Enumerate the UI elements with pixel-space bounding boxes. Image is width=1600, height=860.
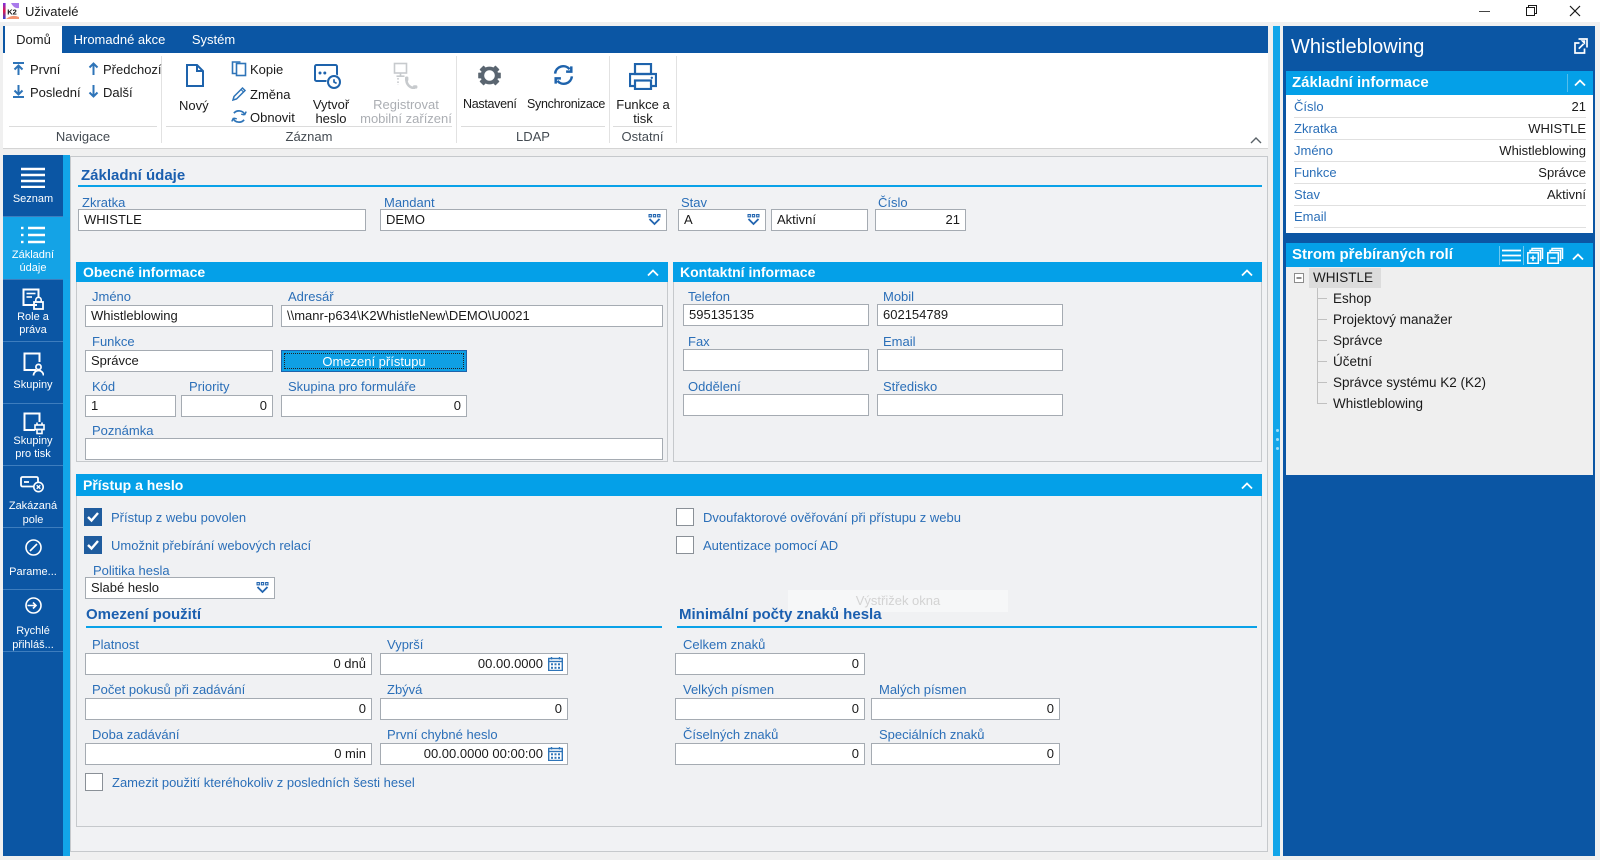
svg-text:K2: K2 — [7, 8, 17, 17]
